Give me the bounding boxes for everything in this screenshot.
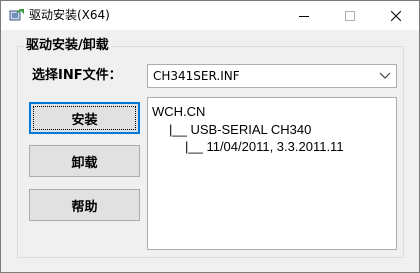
title-bar[interactable]: 驱动安装(X64) (1, 1, 419, 30)
uninstall-button-label: 卸载 (71, 155, 98, 171)
chevron-down-icon (379, 72, 391, 79)
inf-file-value: CH341SER.INF (153, 69, 240, 83)
vendor-line: WCH.CN (152, 104, 206, 119)
install-button[interactable]: 安装 (29, 102, 140, 134)
group-label: 驱动安装/卸载 (24, 38, 111, 54)
device-line: |__ USB-SERIAL CH340 (169, 122, 312, 137)
window-title: 驱动安装(X64) (29, 8, 110, 22)
installer-icon (9, 9, 24, 21)
uninstall-button[interactable]: 卸载 (29, 145, 140, 177)
version-line: |__ 11/04/2011, 3.3.2011.11 (185, 139, 344, 154)
focus-rectangle (33, 106, 136, 130)
help-button[interactable]: 帮助 (29, 189, 140, 221)
minimize-button[interactable] (281, 1, 327, 30)
maximize-button[interactable] (327, 1, 373, 30)
maximize-icon (345, 10, 355, 21)
help-button-label: 帮助 (71, 199, 98, 215)
inf-file-label: 选择INF文件： (32, 68, 122, 83)
driver-install-window: 驱动安装(X64) 驱动安装/卸载 选择INF文件： CH341SER.INF (0, 0, 420, 273)
driver-info-box: WCH.CN |__ USB-SERIAL CH340 |__ 11/04/20… (147, 97, 397, 250)
close-icon (391, 10, 401, 21)
inf-file-dropdown[interactable]: CH341SER.INF (147, 64, 397, 88)
close-button[interactable] (373, 1, 419, 30)
minimize-icon (299, 15, 309, 17)
